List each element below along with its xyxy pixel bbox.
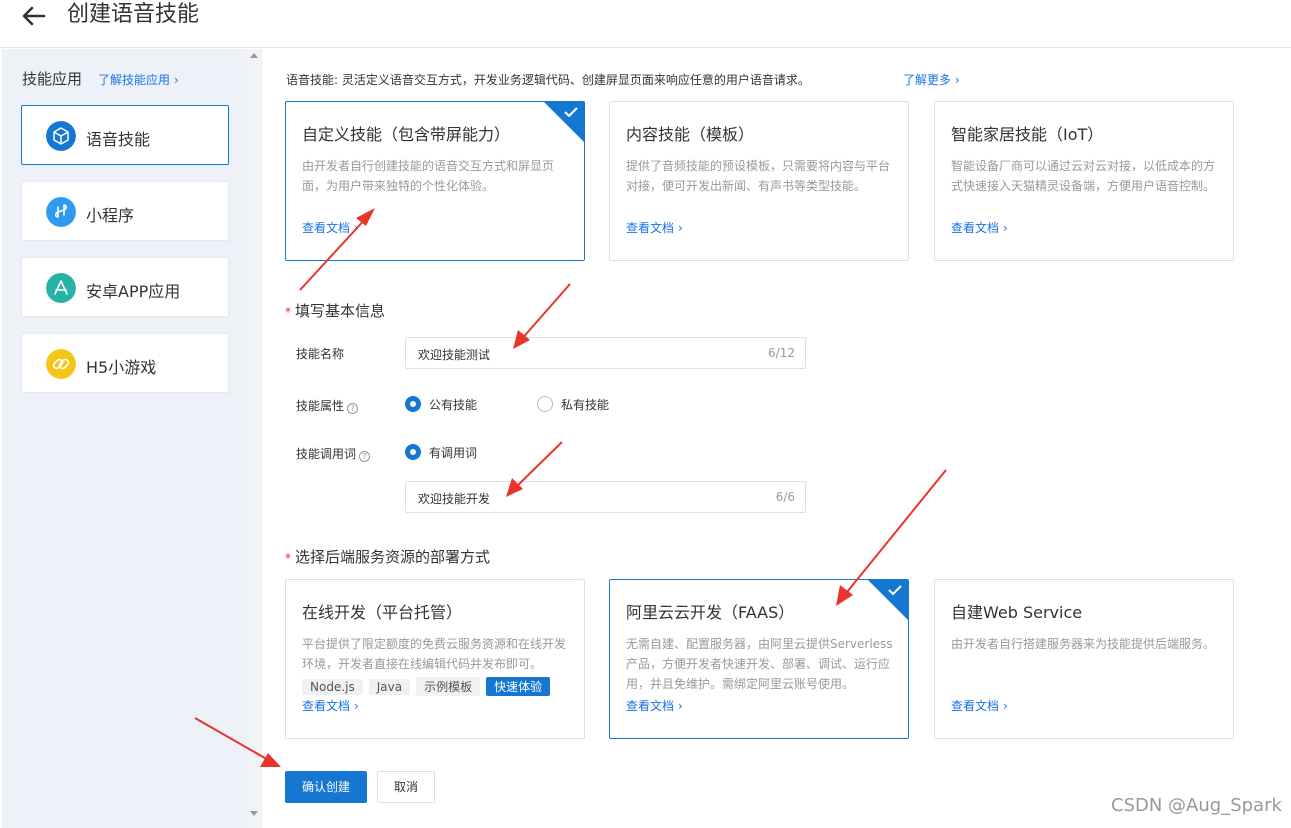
page-title: 创建语音技能	[67, 2, 200, 27]
char-counter: 6/6	[775, 490, 795, 504]
skill-name-input[interactable]: 欢迎技能测试 6/12	[405, 337, 806, 369]
tag-sample-template[interactable]: 示例模板	[416, 677, 481, 696]
app-store-icon	[46, 273, 76, 303]
field-label-text: 技能属性	[296, 399, 345, 413]
chevron-right-icon: ›	[354, 221, 359, 235]
sidebar-item-label: 语音技能	[86, 130, 151, 149]
char-counter: 6/12	[768, 346, 795, 360]
chevron-right-icon: ›	[1003, 221, 1008, 235]
card-description: 提供了音频技能的预设模板，只需要将内容与平台对接，便可开发出新闻、有声书等类型技…	[626, 159, 891, 193]
check-icon	[564, 107, 578, 117]
sidebar-item-voice-skill[interactable]: 语音技能	[21, 105, 229, 165]
sidebar-item-mini-program[interactable]: 小程序	[21, 181, 229, 241]
skill-type-card-content[interactable]: 内容技能（模板） 提供了音频技能的预设模板，只需要将内容与平台对接，便可开发出新…	[609, 101, 909, 261]
sidebar-heading: 技能应用	[22, 70, 83, 88]
radio-has-invocation[interactable]	[405, 444, 421, 460]
view-docs-label: 查看文档	[626, 699, 675, 713]
sidebar-item-label: 安卓APP应用	[86, 282, 181, 301]
radio-label: 公有技能	[429, 398, 478, 412]
chevron-right-icon: ›	[174, 73, 179, 87]
skill-name-label: 技能名称	[296, 347, 345, 361]
section-title-text: 填写基本信息	[295, 302, 386, 320]
view-docs-label: 查看文档	[951, 699, 1000, 713]
sidebar: 技能应用 了解技能应用 › 语音技能 小程序 安卓APP应用 H5小游戏	[2, 49, 246, 828]
tag-list: Node.js Java 示例模板 快速体验	[302, 676, 556, 696]
card-description: 无需自建、配置服务器，由阿里云提供Serverless产品，方便开发者快速开发、…	[626, 637, 893, 691]
watermark: CSDN @Aug_Spark	[1111, 795, 1282, 816]
invocation-word-label: 技能调用词?	[296, 445, 371, 462]
card-title: 在线开发（平台托管）	[302, 603, 463, 622]
tag-quick-try[interactable]: 快速体验	[486, 677, 551, 696]
mini-program-icon	[46, 197, 76, 227]
sidebar-item-label: H5小游戏	[86, 358, 157, 377]
radio-label: 私有技能	[561, 398, 610, 412]
help-icon[interactable]: ?	[359, 451, 371, 462]
card-description: 由开发者自行创建技能的语音交互方式和屏显页面，为用户带来独特的个性化体验。	[302, 159, 555, 193]
sidebar-item-h5-game[interactable]: H5小游戏	[21, 333, 229, 393]
link-icon	[46, 349, 76, 379]
confirm-create-button[interactable]: 确认创建	[285, 771, 367, 803]
view-docs-link[interactable]: 查看文档 ›	[626, 219, 683, 236]
view-docs-link[interactable]: 查看文档 ›	[302, 219, 359, 236]
input-value: 欢迎技能测试	[418, 348, 491, 362]
deploy-card-web-service[interactable]: 自建Web Service 由开发者自行搭建服务器来为技能提供后端服务。 查看文…	[934, 579, 1234, 739]
card-title: 智能家居技能（IoT）	[951, 125, 1104, 144]
back-arrow-icon[interactable]	[20, 4, 48, 28]
sidebar-item-android-app[interactable]: 安卓APP应用	[21, 257, 229, 317]
tag-java[interactable]: Java	[368, 679, 411, 695]
card-description: 智能设备厂商可以通过云对云对接，以低成本的方式快速接入天猫精灵设备端，方便用户语…	[951, 159, 1216, 193]
cube-icon	[46, 121, 76, 151]
sidebar-scrollbar[interactable]	[246, 49, 262, 828]
skill-type-card-custom[interactable]: 自定义技能（包含带屏能力） 由开发者自行创建技能的语音交互方式和屏显页面，为用户…	[285, 101, 585, 261]
view-docs-label: 查看文档	[626, 221, 675, 235]
card-title: 自建Web Service	[951, 603, 1083, 622]
chevron-right-icon: ›	[955, 73, 960, 87]
card-title: 内容技能（模板）	[626, 125, 755, 144]
view-docs-label: 查看文档	[302, 699, 351, 713]
required-mark: *	[285, 305, 291, 319]
deploy-card-faas[interactable]: 阿里云云开发（FAAS） 无需自建、配置服务器，由阿里云提供Serverless…	[609, 579, 909, 739]
radio-public-skill[interactable]	[405, 396, 421, 412]
chevron-right-icon: ›	[1003, 699, 1008, 713]
page-header: 创建语音技能	[0, 0, 1291, 48]
deploy-section-title: * 选择后端服务资源的部署方式	[285, 546, 490, 567]
skill-attribute-label: 技能属性?	[296, 397, 359, 414]
learn-skill-apps-label: 了解技能应用	[98, 73, 171, 87]
skill-type-card-iot[interactable]: 智能家居技能（IoT） 智能设备厂商可以通过云对云对接，以低成本的方式快速接入天…	[934, 101, 1234, 261]
view-docs-link[interactable]: 查看文档 ›	[626, 697, 683, 714]
basic-info-section-title: * 填写基本信息	[285, 300, 385, 321]
radio-private-skill[interactable]	[537, 396, 553, 412]
radio-label: 有调用词	[429, 446, 478, 460]
sidebar-item-label: 小程序	[86, 206, 135, 225]
required-mark: *	[285, 551, 291, 565]
learn-more-link[interactable]: 了解更多 ›	[903, 71, 960, 88]
help-icon[interactable]: ?	[347, 403, 359, 414]
view-docs-link[interactable]: 查看文档 ›	[951, 697, 1008, 714]
view-docs-link[interactable]: 查看文档 ›	[951, 219, 1008, 236]
tag-nodejs[interactable]: Node.js	[302, 679, 363, 695]
scroll-down-icon[interactable]	[250, 811, 258, 816]
field-label-text: 技能调用词	[296, 447, 357, 461]
card-description: 由开发者自行搭建服务器来为技能提供后端服务。	[951, 637, 1216, 651]
deploy-card-online[interactable]: 在线开发（平台托管） 平台提供了限定额度的免费云服务资源和在线开发环境，开发者直…	[285, 579, 585, 739]
chevron-right-icon: ›	[678, 699, 683, 713]
section-title-text: 选择后端服务资源的部署方式	[295, 548, 491, 566]
learn-skill-apps-link[interactable]: 了解技能应用 ›	[98, 71, 179, 88]
skill-intro-text: 语音技能: 灵活定义语音交互方式，开发业务逻辑代码、创建屏显页面来响应任意的用户…	[286, 73, 810, 87]
card-title: 阿里云云开发（FAAS）	[626, 603, 795, 622]
invocation-word-input[interactable]: 欢迎技能开发 6/6	[405, 481, 806, 513]
card-title: 自定义技能（包含带屏能力）	[302, 125, 511, 144]
chevron-right-icon: ›	[678, 221, 683, 235]
check-icon	[888, 585, 902, 595]
learn-more-label: 了解更多	[903, 73, 952, 87]
view-docs-label: 查看文档	[951, 221, 1000, 235]
cancel-button[interactable]: 取消	[377, 771, 435, 803]
view-docs-label: 查看文档	[302, 221, 351, 235]
view-docs-link[interactable]: 查看文档 ›	[302, 697, 359, 714]
input-value: 欢迎技能开发	[418, 492, 491, 506]
card-description: 平台提供了限定额度的免费云服务资源和在线开发环境，开发者直接在线编辑代码并发布即…	[302, 637, 567, 671]
chevron-right-icon: ›	[354, 699, 359, 713]
scroll-up-icon[interactable]	[250, 53, 258, 58]
